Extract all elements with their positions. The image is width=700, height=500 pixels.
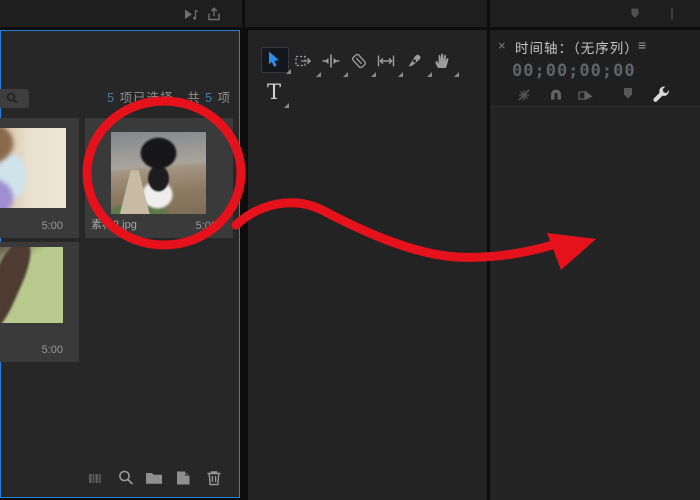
media-item-sucai2[interactable]: 素材2.jpg 5:00 bbox=[85, 118, 233, 238]
track-select-forward-tool[interactable] bbox=[294, 51, 318, 75]
program-monitor-bottom-strip-left bbox=[245, 0, 487, 27]
hand-tool[interactable] bbox=[432, 51, 456, 75]
add-marker-icon[interactable] bbox=[620, 85, 640, 105]
find-icon[interactable] bbox=[115, 467, 137, 489]
program-monitor-bottom-strip-right bbox=[490, 0, 700, 27]
timeline-toolbar bbox=[490, 85, 700, 105]
delete-icon[interactable] bbox=[203, 467, 225, 489]
export-frame-icon[interactable] bbox=[206, 6, 222, 22]
ripple-edit-tool[interactable] bbox=[321, 51, 345, 75]
media-duration: 5:00 bbox=[196, 220, 217, 232]
timecode-display[interactable]: 00;00;00;00 bbox=[512, 61, 636, 81]
play-with-audio-icon[interactable] bbox=[183, 6, 199, 22]
nest-sequences-icon[interactable] bbox=[514, 85, 534, 105]
media-duration: 5:00 bbox=[42, 220, 63, 232]
selection-status-text: 5 项已选择，共 5 项 bbox=[107, 87, 231, 106]
tools-panel: T bbox=[248, 30, 487, 500]
total-count: 5 bbox=[205, 91, 213, 105]
pen-tool[interactable] bbox=[405, 51, 429, 75]
project-panel-footer bbox=[1, 467, 239, 489]
source-monitor-bottom-strip bbox=[0, 0, 242, 27]
slip-tool[interactable] bbox=[376, 51, 400, 75]
razor-tool[interactable] bbox=[349, 51, 373, 75]
thumbnail-cosplay-photo bbox=[0, 128, 66, 208]
selection-tool[interactable] bbox=[261, 47, 289, 73]
selection-arrow-icon bbox=[267, 51, 282, 68]
panel-divider-icon bbox=[668, 6, 684, 22]
snap-icon[interactable] bbox=[546, 85, 566, 105]
type-tool[interactable]: T bbox=[262, 80, 286, 106]
new-bin-icon[interactable] bbox=[143, 467, 165, 489]
selected-count: 5 bbox=[107, 91, 115, 105]
media-item-cosplay-photo[interactable]: 5:00 bbox=[0, 118, 79, 238]
timeline-settings-icon[interactable] bbox=[650, 85, 670, 105]
marker-icon[interactable] bbox=[628, 6, 644, 22]
linked-selection-icon[interactable] bbox=[576, 85, 596, 105]
media-item-illustration[interactable]: 5:00 bbox=[0, 242, 79, 362]
media-filename: 素材2.jpg bbox=[91, 216, 137, 232]
timeline-title: 时间轴：（无序列） bbox=[515, 37, 639, 57]
search-icon bbox=[6, 92, 19, 105]
project-panel[interactable]: 5 项已选择，共 5 项 5:00 素材2.jpg 5:00 5:00 bbox=[0, 30, 240, 498]
panel-menu-icon[interactable]: ≡ bbox=[638, 37, 646, 53]
timeline-track-area[interactable] bbox=[490, 106, 700, 500]
timeline-panel: × 时间轴：（无序列） ≡ 00;00;00;00 bbox=[490, 30, 700, 500]
search-input[interactable] bbox=[0, 89, 29, 108]
close-panel-icon[interactable]: × bbox=[498, 38, 506, 53]
media-duration: 5:00 bbox=[42, 344, 63, 356]
thumbnail-road-photo bbox=[111, 132, 206, 214]
new-item-icon[interactable] bbox=[172, 467, 194, 489]
automate-to-sequence-icon[interactable] bbox=[85, 467, 107, 489]
thumbnail-illustration-girl bbox=[0, 247, 63, 323]
